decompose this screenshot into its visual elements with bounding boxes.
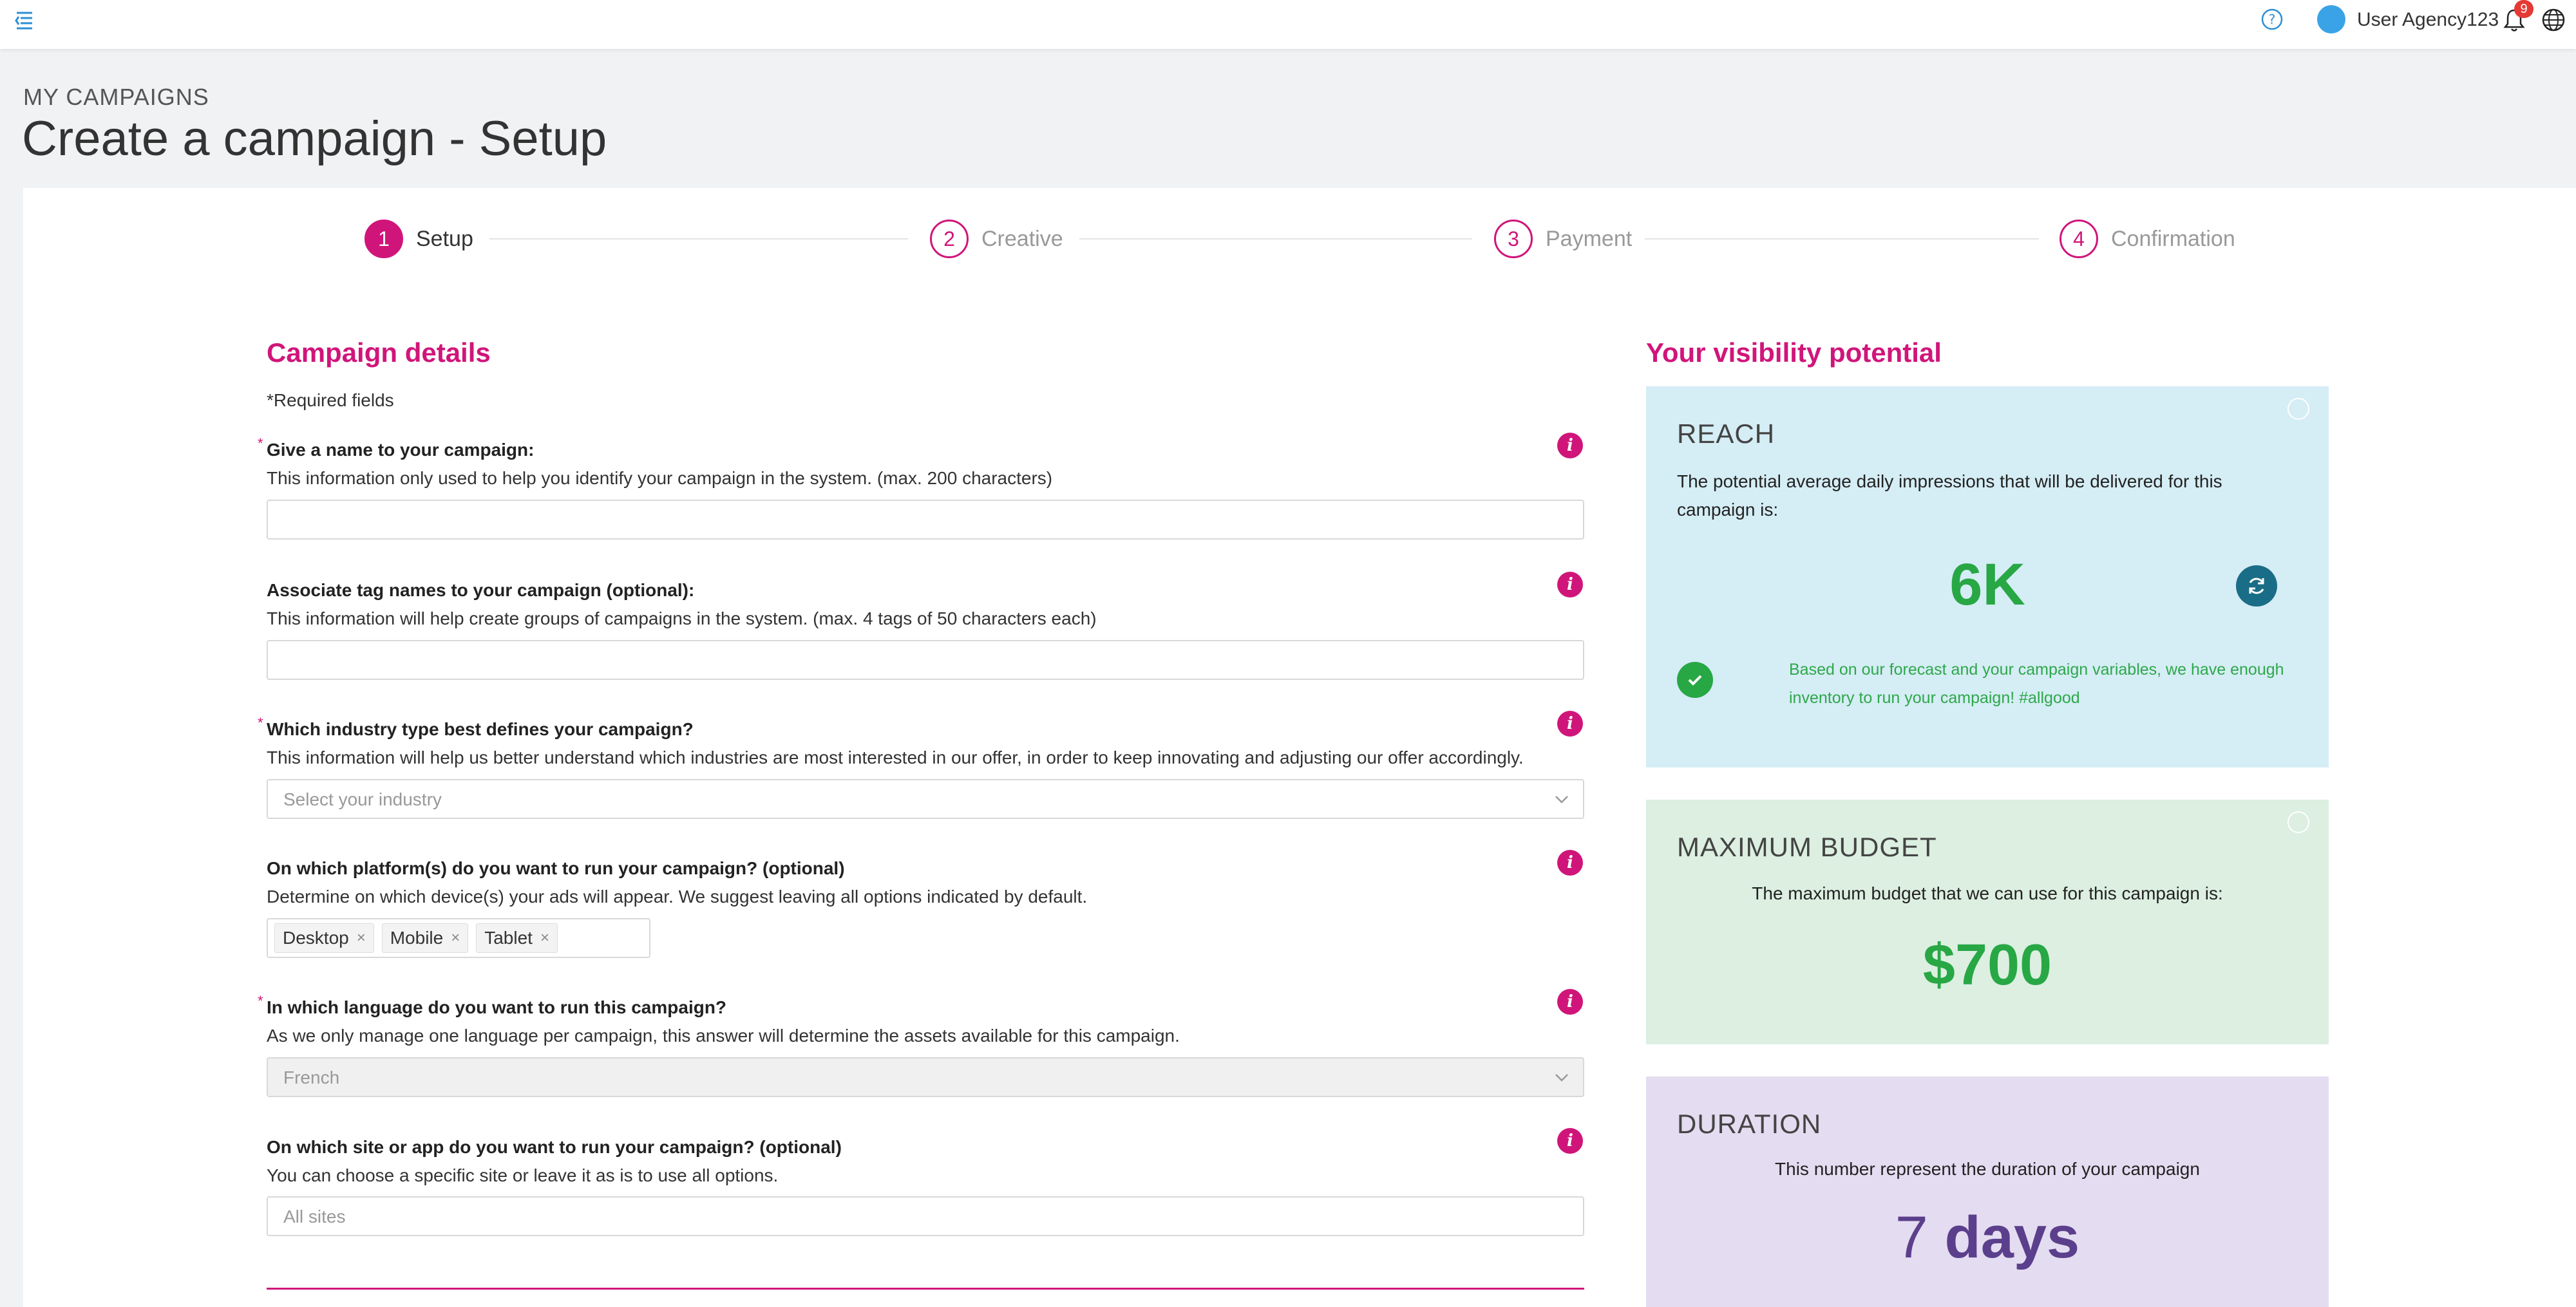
svg-text:?: ? bbox=[2269, 12, 2276, 27]
tag-names-input[interactable] bbox=[267, 640, 1584, 680]
refresh-button[interactable] bbox=[2236, 565, 2277, 606]
remove-tag-icon[interactable]: × bbox=[540, 929, 549, 947]
notification-count-badge: 9 bbox=[2514, 0, 2533, 18]
reach-note: Based on our forecast and your campaign … bbox=[1789, 661, 2284, 707]
breadcrumb[interactable]: MY CAMPAIGNS bbox=[23, 84, 209, 111]
tag-names-label: Associate tag names to your campaign (op… bbox=[267, 580, 695, 600]
chevron-down-icon bbox=[1555, 796, 1568, 804]
budget-title: MAXIMUM BUDGET bbox=[1677, 832, 1937, 862]
budget-description: The maximum budget that we can use for t… bbox=[1752, 883, 2223, 903]
industry-select[interactable]: Select your industry bbox=[267, 779, 1584, 819]
site-input[interactable]: All sites bbox=[267, 1196, 1584, 1236]
step-creative[interactable]: 2 Creative bbox=[930, 218, 1063, 260]
industry-label: Which industry type best defines your ca… bbox=[267, 719, 694, 739]
menu-toggle-icon[interactable] bbox=[12, 6, 37, 32]
platform-tag-tablet: Tablet × bbox=[476, 923, 558, 953]
platform-tag-desktop: Desktop × bbox=[274, 923, 374, 953]
step-number: 3 bbox=[1494, 220, 1533, 258]
step-label: Confirmation bbox=[2111, 226, 2235, 251]
duration-number: 7 bbox=[1895, 1205, 1928, 1270]
chevron-down-icon bbox=[1555, 1074, 1568, 1082]
user-name[interactable]: User Agency123 bbox=[2357, 9, 2499, 31]
campaign-name-description: This information only used to help you i… bbox=[267, 468, 1053, 488]
page-title: Create a campaign - Setup bbox=[22, 111, 607, 166]
stepper-connector bbox=[489, 238, 908, 240]
campaign-name-label: Give a name to your campaign: bbox=[267, 440, 535, 460]
language-globe-icon[interactable] bbox=[2541, 8, 2566, 32]
tag-names-description: This information will help create groups… bbox=[267, 608, 1097, 628]
step-label: Setup bbox=[416, 226, 473, 251]
stepper-connector bbox=[1645, 238, 2039, 240]
platform-description: Determine on which device(s) your ads wi… bbox=[267, 887, 1088, 907]
tag-label: Mobile bbox=[390, 928, 444, 948]
step-label: Payment bbox=[1546, 226, 1633, 251]
step-confirmation[interactable]: 4 Confirmation bbox=[2060, 218, 2235, 260]
language-value: French bbox=[283, 1067, 340, 1087]
tag-label: Tablet bbox=[484, 928, 533, 948]
step-number: 4 bbox=[2060, 220, 2098, 258]
duration-unit: days bbox=[1944, 1205, 2080, 1270]
duration-value: 7 days bbox=[1646, 1204, 2329, 1272]
language-label: In which language do you want to run thi… bbox=[267, 997, 727, 1017]
campaign-details-title: Campaign details bbox=[267, 337, 491, 368]
budget-value: $700 bbox=[1922, 933, 2052, 997]
step-label: Creative bbox=[981, 226, 1063, 251]
reach-title: REACH bbox=[1677, 418, 1776, 449]
info-icon[interactable] bbox=[2287, 398, 2309, 420]
refresh-icon bbox=[2249, 578, 2264, 594]
industry-placeholder: Select your industry bbox=[283, 789, 442, 809]
info-icon[interactable]: i bbox=[1557, 433, 1583, 458]
info-icon[interactable]: i bbox=[1557, 850, 1583, 876]
check-icon bbox=[1677, 662, 1713, 698]
platform-tags-input[interactable]: Desktop × Mobile × Tablet × bbox=[267, 918, 650, 958]
budget-panel: MAXIMUM BUDGET The maximum budget that w… bbox=[1646, 800, 2329, 1044]
reach-value: 6K bbox=[1949, 552, 2025, 617]
top-bar: ? User Agency123 9 bbox=[0, 0, 2576, 49]
reach-panel: REACH The potential average daily impres… bbox=[1646, 386, 2329, 767]
section-divider bbox=[267, 1288, 1584, 1290]
info-icon[interactable]: i bbox=[1557, 989, 1583, 1015]
language-select[interactable]: French bbox=[267, 1057, 1584, 1097]
required-marker: * bbox=[258, 715, 263, 731]
required-fields-note: *Required fields bbox=[267, 390, 394, 410]
tag-label: Desktop bbox=[283, 928, 349, 948]
info-icon[interactable]: i bbox=[1557, 711, 1583, 737]
avatar[interactable] bbox=[2317, 5, 2345, 33]
remove-tag-icon[interactable]: × bbox=[357, 929, 366, 947]
platform-tag-mobile: Mobile × bbox=[381, 923, 469, 953]
site-description: You can choose a specific site or leave … bbox=[267, 1165, 779, 1185]
duration-title: DURATION bbox=[1677, 1109, 1822, 1139]
required-marker: * bbox=[258, 435, 263, 451]
required-marker: * bbox=[258, 993, 263, 1009]
info-icon[interactable]: i bbox=[1557, 1128, 1583, 1154]
duration-panel: DURATION This number represent the durat… bbox=[1646, 1077, 2329, 1307]
info-icon[interactable] bbox=[2287, 811, 2309, 833]
help-icon[interactable]: ? bbox=[2260, 8, 2284, 31]
step-number: 2 bbox=[930, 220, 969, 258]
step-payment[interactable]: 3 Payment bbox=[1494, 218, 1632, 260]
step-number: 1 bbox=[365, 220, 403, 258]
industry-description: This information will help us better und… bbox=[267, 748, 1524, 767]
stepper-connector bbox=[1079, 238, 1472, 240]
site-label: On which site or app do you want to run … bbox=[267, 1137, 842, 1157]
platform-label: On which platform(s) do you want to run … bbox=[267, 858, 845, 878]
info-icon[interactable]: i bbox=[1557, 572, 1583, 597]
remove-tag-icon[interactable]: × bbox=[451, 929, 460, 947]
duration-description: This number represent the duration of yo… bbox=[1775, 1159, 2200, 1179]
site-placeholder: All sites bbox=[283, 1207, 346, 1227]
reach-description: The potential average daily impressions … bbox=[1677, 471, 2222, 520]
language-description: As we only manage one language per campa… bbox=[267, 1026, 1180, 1046]
step-setup[interactable]: 1 Setup bbox=[365, 218, 473, 260]
visibility-title: Your visibility potential bbox=[1646, 337, 1942, 368]
campaign-name-input[interactable] bbox=[267, 500, 1584, 540]
